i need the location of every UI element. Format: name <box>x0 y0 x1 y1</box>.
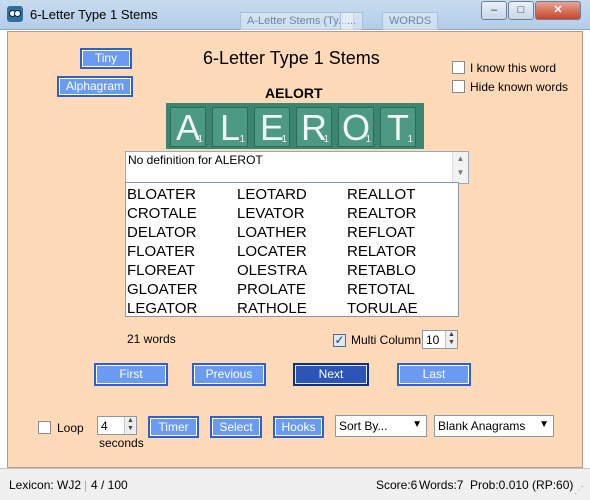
multi-column-label: Multi Column <box>351 333 422 347</box>
words-status: Words:7 <box>419 478 464 492</box>
checkmark-icon: ✓ <box>334 333 345 347</box>
tile-letter: E <box>259 107 284 148</box>
first-button[interactable]: First <box>94 363 168 386</box>
maximize-button[interactable]: □ <box>508 1 534 20</box>
word-column: BLOATER CROTALE DELATOR FLOATER FLOREAT … <box>127 185 235 318</box>
word-count: 21 words <box>127 332 176 346</box>
hide-known-words-label: Hide known words <box>470 80 569 94</box>
list-item[interactable]: DELATOR <box>127 223 235 242</box>
blank-anagrams-value: Blank Anagrams <box>438 419 526 433</box>
hooks-button[interactable]: Hooks <box>273 416 324 438</box>
background-tab: A-Letter Stems (Ty... <box>240 12 355 30</box>
list-item[interactable]: REALLOT <box>347 185 455 204</box>
tile-points: 1 <box>407 134 413 145</box>
letter-tile[interactable]: R1 <box>296 107 332 148</box>
list-item[interactable]: LOATHER <box>237 223 345 242</box>
owl-app-icon <box>7 6 23 22</box>
list-item[interactable]: RELATOR <box>347 242 455 261</box>
list-item[interactable]: RETOTAL <box>347 280 455 299</box>
chevron-down-icon: ▼ <box>539 419 549 430</box>
list-item[interactable]: OLESTRA <box>237 261 345 280</box>
minimize-button[interactable]: – <box>481 1 507 20</box>
blank-anagrams-dropdown[interactable]: Blank Anagrams ▼ <box>434 415 554 437</box>
list-item[interactable]: BLOATER <box>127 185 235 204</box>
letter-tile[interactable]: E1 <box>254 107 290 148</box>
stepper-arrows-icon[interactable]: ▲ ▼ <box>445 331 457 348</box>
tile-letter: L <box>219 107 241 148</box>
letter-tile[interactable]: A1 <box>170 107 206 148</box>
score-status: Score:6 <box>376 478 418 492</box>
tile-letter: T <box>387 107 409 148</box>
chevron-down-icon: ▼ <box>412 419 422 430</box>
seconds-stepper[interactable]: 4 ▲ ▼ <box>97 416 137 435</box>
stepper-arrows-icon[interactable]: ▲ ▼ <box>124 417 136 434</box>
resize-grip-icon[interactable]: ⋰ <box>574 485 584 496</box>
list-item[interactable]: CROTALE <box>127 204 235 223</box>
tile-points: 1 <box>365 134 371 145</box>
list-item[interactable]: FLOATER <box>127 242 235 261</box>
last-button[interactable]: Last <box>397 363 471 386</box>
window-title: 6-Letter Type 1 Stems <box>30 7 158 22</box>
background-tab: ... <box>340 12 364 30</box>
loop-checkbox[interactable] <box>38 421 51 434</box>
loop-label: Loop <box>57 421 84 435</box>
definition-box[interactable]: No definition for ALEROT ▲ ▼ <box>125 151 469 184</box>
list-item[interactable]: REFLOAT <box>347 223 455 242</box>
title-bar: A-Letter Stems (Ty... ... WORDS 6-Letter… <box>0 0 590 30</box>
scroll-down-icon[interactable]: ▼ <box>453 168 468 177</box>
tiny-button[interactable]: Tiny <box>80 48 132 69</box>
status-divider: | <box>84 478 88 492</box>
previous-button[interactable]: Previous <box>192 363 266 386</box>
list-item[interactable]: GLOATER <box>127 280 235 299</box>
alphagram-text: AELORT <box>265 85 323 101</box>
multi-column-checkbox[interactable]: ✓ <box>333 334 346 347</box>
letter-tile[interactable]: O1 <box>338 107 374 148</box>
sort-by-dropdown[interactable]: Sort By... ▼ <box>335 415 427 437</box>
definition-scrollbar[interactable]: ▲ ▼ <box>452 152 468 183</box>
letter-tile[interactable]: L1 <box>212 107 248 148</box>
scroll-up-icon[interactable]: ▲ <box>453 154 468 163</box>
columns-stepper[interactable]: 10 ▲ ▼ <box>422 330 458 349</box>
answer-word-list[interactable]: BLOATER CROTALE DELATOR FLOATER FLOREAT … <box>125 182 459 317</box>
list-item[interactable]: RETABLO <box>347 261 455 280</box>
i-know-word-label: I know this word <box>470 61 557 75</box>
tile-points: 1 <box>197 134 203 145</box>
select-button[interactable]: Select <box>210 416 262 438</box>
next-button[interactable]: Next <box>293 363 369 386</box>
quiz-title: 6-Letter Type 1 Stems <box>203 48 380 68</box>
list-item[interactable]: RATHOLE <box>237 299 345 318</box>
tile-points: 1 <box>239 134 245 145</box>
lexicon-status: Lexicon: WJ2 <box>9 478 82 492</box>
seconds-label: seconds <box>99 436 144 450</box>
progress-status: 4 / 100 <box>91 478 128 492</box>
tile-letter: A <box>175 107 200 148</box>
probability-status: Prob:0.010 (RP:60) <box>470 478 574 492</box>
letter-tile[interactable]: T1 <box>380 107 416 148</box>
list-item[interactable]: TORULAE <box>347 299 455 318</box>
status-bar: Lexicon: WJ2 | 4 / 100 Score:6 Words:7 P… <box>0 468 590 500</box>
sort-by-value: Sort By... <box>339 419 388 433</box>
hide-known-words-checkbox[interactable] <box>452 80 465 93</box>
list-item[interactable]: LOCATER <box>237 242 345 261</box>
timer-button[interactable]: Timer <box>148 416 199 438</box>
tile-points: 1 <box>281 134 287 145</box>
word-column: LEOTARD LEVATOR LOATHER LOCATER OLESTRA … <box>237 185 345 318</box>
tile-rack: A1 L1 E1 R1 O1 T1 <box>166 103 424 149</box>
list-item[interactable]: LEGATOR <box>127 299 235 318</box>
list-item[interactable]: REALTOR <box>347 204 455 223</box>
seconds-value: 4 <box>101 419 108 433</box>
list-item[interactable]: LEOTARD <box>237 185 345 204</box>
tile-points: 1 <box>323 134 329 145</box>
list-item[interactable]: PROLATE <box>237 280 345 299</box>
word-column: REALLOT REALTOR REFLOAT RELATOR RETABLO … <box>347 185 455 318</box>
columns-value: 10 <box>426 333 440 347</box>
alphagram-button[interactable]: Alphagram <box>57 76 133 97</box>
background-tab: WORDS <box>382 12 439 30</box>
list-item[interactable]: LEVATOR <box>237 204 345 223</box>
definition-text: No definition for ALEROT <box>128 153 263 167</box>
i-know-word-checkbox[interactable] <box>452 61 465 74</box>
close-button[interactable]: ✕ <box>535 1 581 20</box>
list-item[interactable]: FLOREAT <box>127 261 235 280</box>
